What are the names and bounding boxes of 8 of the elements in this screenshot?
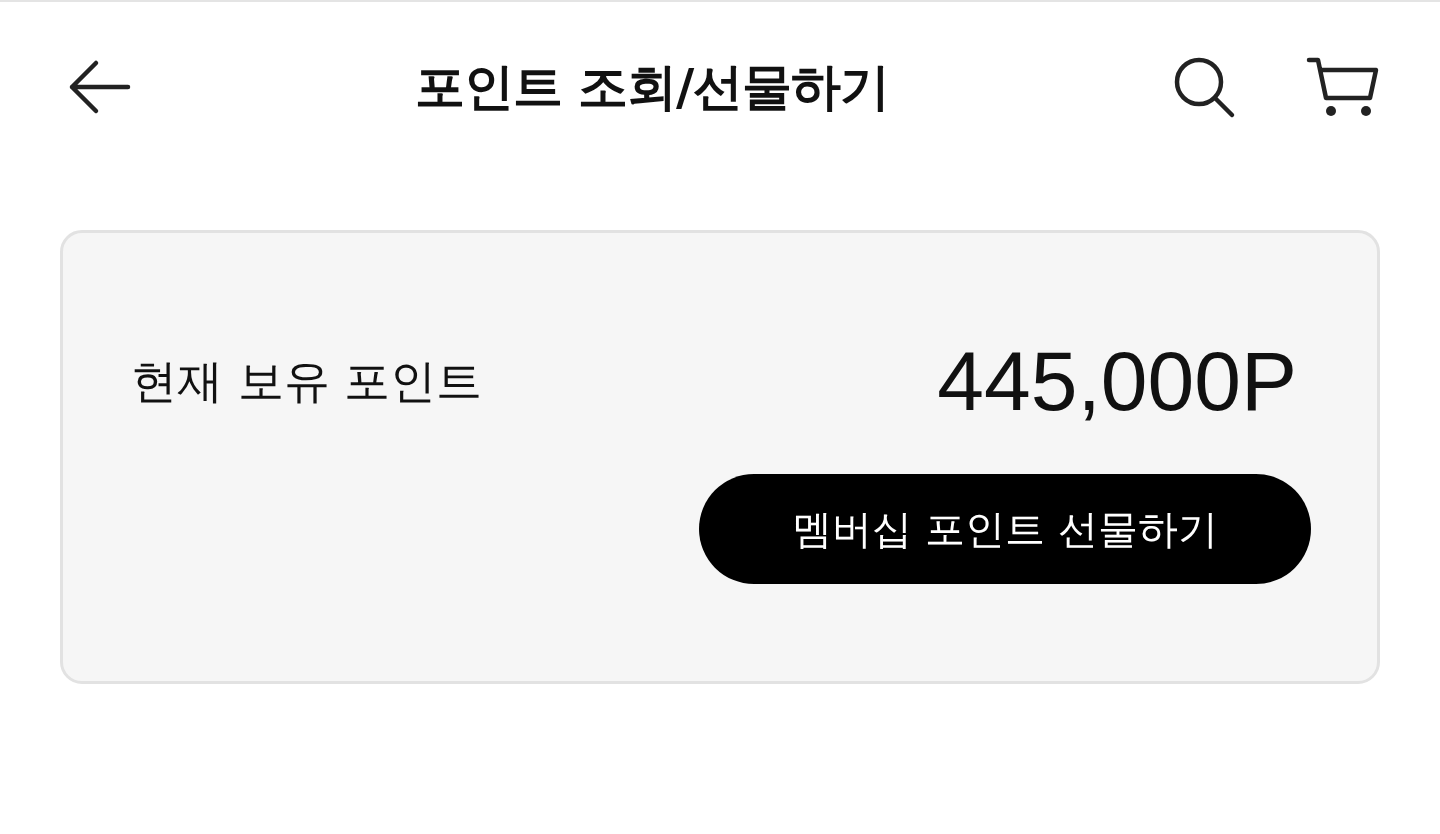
search-icon (1172, 55, 1236, 119)
cart-button[interactable] (1306, 56, 1380, 118)
points-label: 현재 보유 포인트 (131, 352, 483, 410)
search-button[interactable] (1172, 55, 1236, 119)
page-title: 포인트 조회/선물하기 (413, 56, 891, 118)
points-value: 445,000P (937, 333, 1297, 430)
cart-icon (1306, 56, 1380, 118)
gift-points-button[interactable]: 멤버십 포인트 선물하기 (699, 474, 1311, 584)
